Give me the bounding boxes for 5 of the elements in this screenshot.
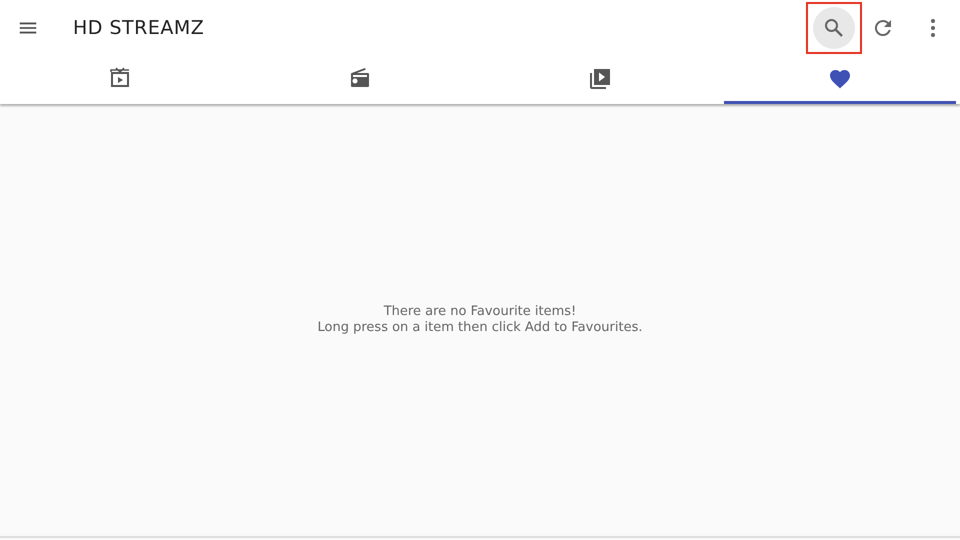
- search-button[interactable]: [813, 7, 855, 49]
- app-title: HD STREAMZ: [73, 17, 206, 39]
- more-icon: [931, 19, 935, 37]
- empty-message: There are no Favourite items! Long press on a item then click Add to Favourites.: [318, 304, 642, 336]
- video-library-icon: [588, 66, 612, 90]
